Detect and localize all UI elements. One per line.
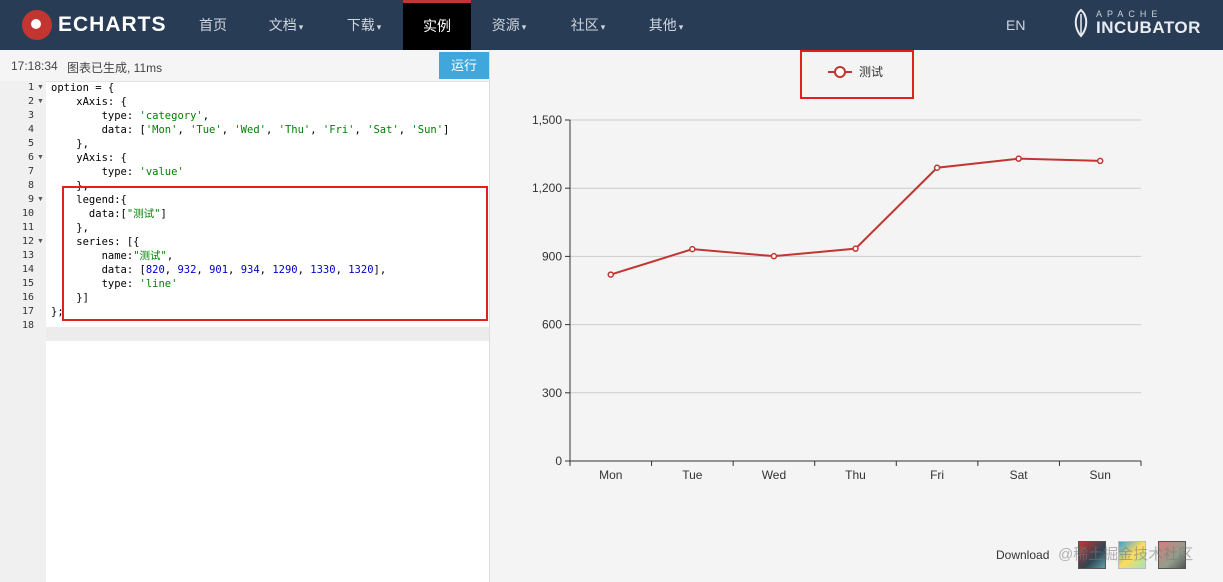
fold-arrow-icon[interactable]: ▼ [37, 235, 44, 249]
chart-preview-panel: 0 300 600 900 1,200 1,500 Mon Tue Wed Thu Fri Sat S… [490, 50, 1223, 582]
data-point [689, 245, 696, 253]
line-number: 5 [27, 138, 34, 149]
y-tick-label: 300 [542, 386, 562, 400]
logo-text: ECHARTS [58, 13, 167, 36]
code-line[interactable]: data: ['Mon', 'Tue', 'Wed', 'Thu', 'Fri'… [51, 123, 450, 137]
code-line[interactable]: yAxis: { [51, 151, 127, 165]
run-button[interactable]: 运行 [439, 52, 489, 79]
status-time: 17:18:34 [11, 59, 58, 73]
code-line[interactable]: xAxis: { [51, 95, 127, 109]
line-number: 10 [21, 208, 34, 219]
nav-item-docs[interactable]: 文档 ▾ [256, 0, 316, 50]
line-number: 4 [27, 124, 34, 135]
y-tick-label: 1,200 [532, 181, 562, 195]
line-number: 16 [21, 292, 34, 303]
active-line-highlight [0, 327, 489, 341]
caret-down-icon: ▾ [678, 22, 684, 32]
feather-icon [1074, 8, 1088, 38]
data-point [607, 271, 615, 278]
line-number: 11 [21, 222, 34, 233]
watermark-text: @稀土掘金技术社区 [1058, 546, 1194, 563]
incubator-text: INCUBATOR [1096, 18, 1201, 37]
line-number: 1 [27, 82, 34, 93]
y-tick-label: 900 [542, 249, 562, 263]
x-tick-label: Wed [762, 468, 786, 482]
line-number: 2 [27, 96, 34, 107]
data-point [933, 164, 941, 171]
nav-item-other[interactable]: 其他 ▾ [636, 0, 696, 50]
fold-arrow-icon[interactable]: ▼ [37, 193, 44, 207]
nav-label: 下载 [346, 17, 375, 33]
x-tick-label: Thu [845, 468, 866, 482]
x-tick-label: Sat [1010, 468, 1029, 482]
data-point [852, 245, 859, 252]
line-number: 3 [27, 110, 34, 121]
annotation-box-code [62, 186, 488, 321]
top-nav-bar: ECHARTS 首页 文档 ▾ 下载 ▾ 实例 资源 ▾ 社区 ▾ 其他 ▾ EN APA… [0, 0, 1223, 50]
x-tick-label: Mon [599, 468, 622, 482]
code-line[interactable]: type: 'category', [51, 109, 210, 123]
y-tick-label: 0 [555, 454, 562, 468]
nav-label: 社区 [570, 17, 599, 33]
apache-incubator-logo[interactable]: APACHE INCUBATOR [1070, 8, 1201, 38]
nav-item-home[interactable]: 首页 [186, 0, 240, 50]
annotation-box-legend [800, 50, 914, 99]
data-point [1096, 157, 1104, 165]
nav-label: 其他 [648, 17, 677, 33]
code-line[interactable]: }, [51, 137, 89, 151]
line-number: 14 [21, 264, 34, 275]
echarts-logo[interactable]: ECHARTS [22, 9, 167, 41]
line-number: 13 [21, 250, 34, 261]
line-number-gutter: 1 ▼ 2 ▼ 3 4 5 6 ▼ 7 8 9 ▼ 10 11 12 ▼ 13 14 15 16 17 18 [0, 81, 46, 582]
line-number: 17 [21, 306, 34, 317]
nav-label: 首页 [199, 17, 227, 33]
x-tick-label: Fri [930, 468, 944, 482]
y-tick-label: 600 [542, 318, 562, 332]
nav-label: 文档 [268, 17, 297, 33]
caret-down-icon: ▾ [600, 22, 606, 32]
line-number: 8 [27, 180, 34, 191]
code-line[interactable]: type: 'value' [51, 165, 184, 179]
series-line [610, 157, 1101, 276]
line-number: 18 [21, 320, 34, 331]
fold-arrow-icon[interactable]: ▼ [37, 151, 44, 165]
line-number: 9 [27, 194, 34, 205]
line-number: 12 [21, 236, 34, 247]
nav-item-resources[interactable]: 资源 ▾ [479, 0, 539, 50]
status-bar: 17:18:34 图表已生成, 11ms 运行 [0, 50, 489, 82]
nav-label: 实例 [423, 18, 451, 34]
nav-label: 资源 [491, 17, 520, 33]
line-number: 7 [27, 166, 34, 177]
data-point [1015, 155, 1022, 162]
status-message: 图表已生成, 11ms [67, 61, 163, 75]
caret-down-icon: ▾ [521, 22, 527, 32]
line-chart: 0 300 600 900 1,200 1,500 Mon Tue Wed Thu Fri Sat S… [532, 64, 1142, 482]
echarts-logo-icon [22, 10, 52, 40]
x-tick-label: Sun [1090, 468, 1111, 482]
language-switch[interactable]: EN [1006, 0, 1025, 50]
fold-arrow-icon[interactable]: ▼ [37, 95, 44, 109]
x-tick-label: Tue [682, 468, 703, 482]
caret-down-icon: ▾ [376, 22, 382, 32]
nav-item-community[interactable]: 社区 ▾ [558, 0, 618, 50]
fold-arrow-icon[interactable]: ▼ [37, 81, 44, 95]
data-point [770, 252, 778, 260]
caret-down-icon: ▾ [298, 22, 304, 32]
nav-item-download[interactable]: 下载 ▾ [334, 0, 394, 50]
line-number: 6 [27, 152, 34, 163]
code-line[interactable]: option = { [51, 81, 114, 95]
line-number: 15 [21, 278, 34, 289]
nav-item-examples[interactable]: 实例 [403, 0, 471, 50]
download-label[interactable]: Download [996, 548, 1049, 562]
y-tick-label: 1,500 [532, 113, 562, 127]
